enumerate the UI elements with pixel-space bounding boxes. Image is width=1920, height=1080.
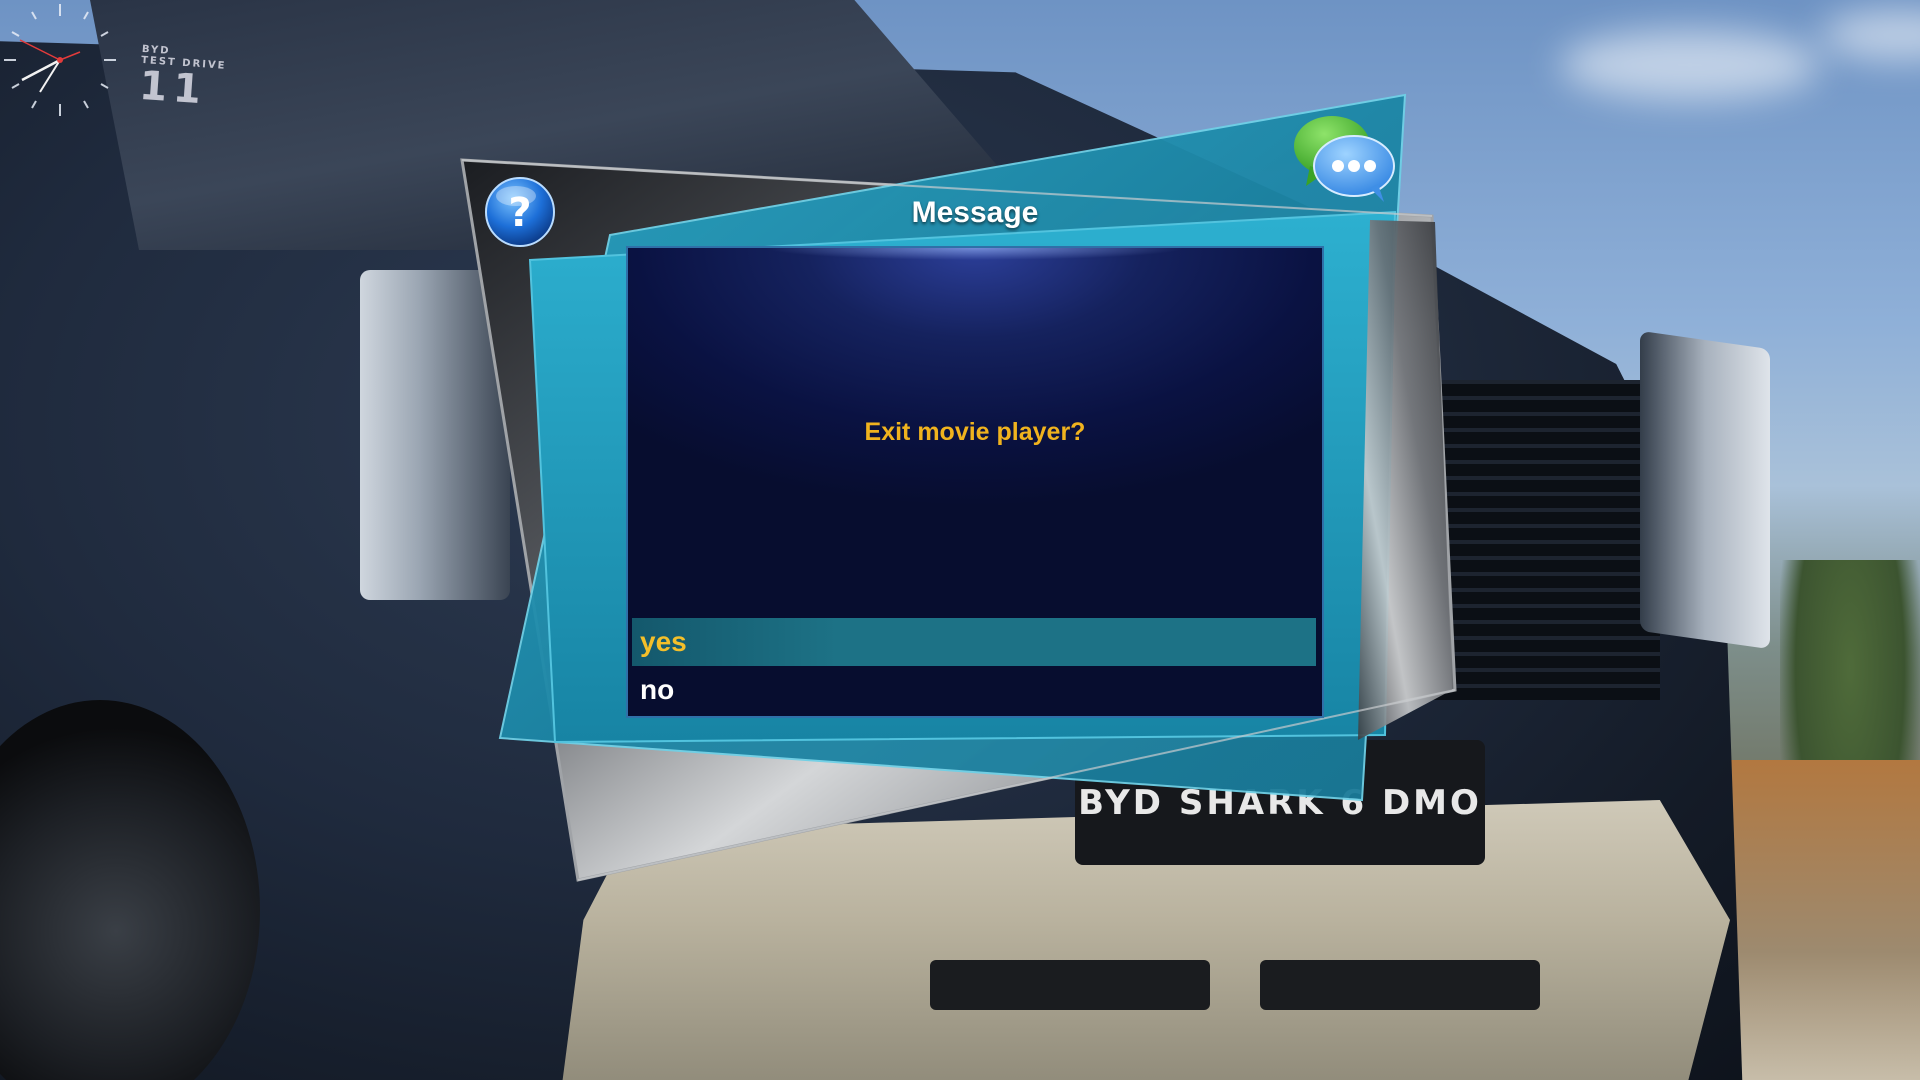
message-panel: Exit movie player? yes no (626, 246, 1324, 718)
dialog-title: Message (911, 196, 1039, 229)
option-no[interactable]: no (632, 666, 1316, 714)
screen: BYD TEST DRIVE 11 BYD SHARK 6 DMO ? Mess… (0, 0, 1920, 1080)
option-yes[interactable]: yes (632, 618, 1316, 666)
help-icon[interactable]: ? (484, 176, 556, 248)
message-text: Exit movie player? (864, 418, 1086, 446)
svg-text:?: ? (508, 190, 531, 236)
panel-glow (628, 248, 1322, 260)
chat-icon (1294, 116, 1395, 202)
